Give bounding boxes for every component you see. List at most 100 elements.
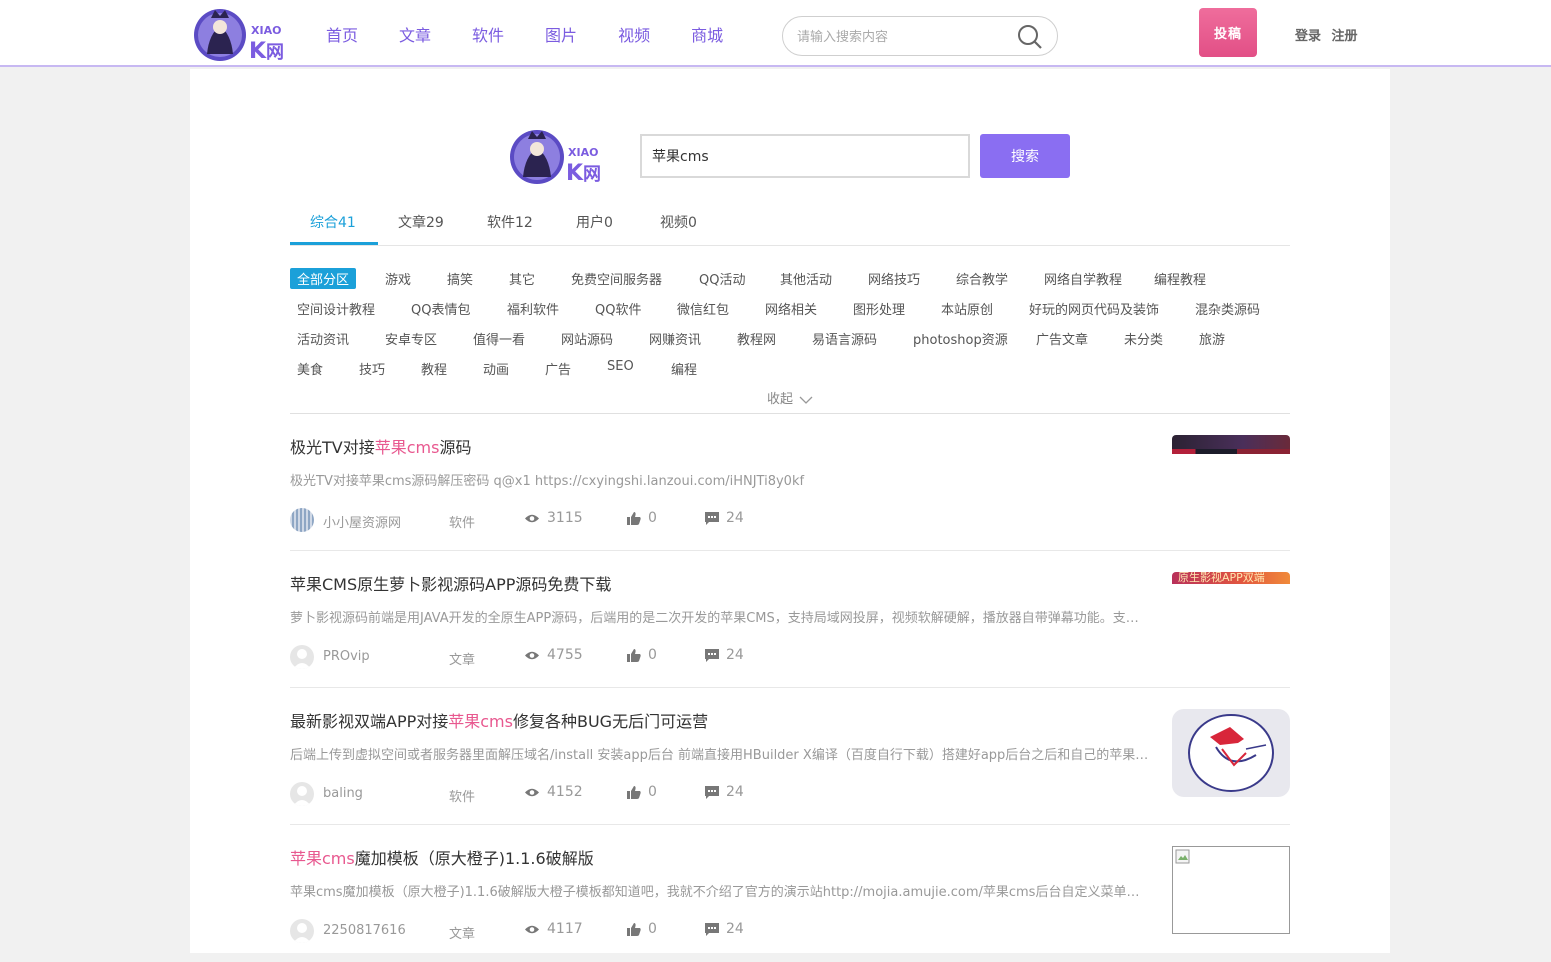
result-thumbnail[interactable] (1172, 709, 1290, 797)
login-link[interactable]: 登录 (1295, 29, 1321, 44)
category-item[interactable]: 技巧 (352, 358, 392, 379)
content-type: 文章 (449, 653, 476, 668)
comment-icon (705, 511, 719, 525)
submit-post-button[interactable]: 投稿 (1199, 8, 1257, 57)
result-meta: 小小屋资源网 软件 3115 0 24 (290, 508, 1150, 532)
collapse-categories-button[interactable]: 收起 (767, 388, 813, 407)
category-item[interactable]: 好玩的网页代码及装饰 (1022, 298, 1166, 319)
category-item[interactable]: 混杂类源码 (1188, 298, 1267, 319)
category-item[interactable]: 教程网 (730, 328, 783, 349)
category-item[interactable]: photoshop资源 (906, 328, 1015, 349)
category-item[interactable]: 网络自学教程 (1037, 268, 1129, 289)
like-button[interactable]: 0 (627, 784, 657, 800)
view-count: 4117 (524, 921, 583, 937)
author-name[interactable]: PROvip (323, 649, 370, 664)
site-logo[interactable]: XIAO K 网 (193, 4, 298, 64)
search-button[interactable]: 搜索 (980, 134, 1070, 178)
main-search-input[interactable] (642, 136, 968, 176)
category-item[interactable]: 网站源码 (554, 328, 620, 349)
category-item[interactable]: 活动资讯 (290, 328, 356, 349)
result-thumbnail[interactable]: 原生影视APP双端 (1172, 572, 1290, 584)
category-item[interactable]: 其它 (502, 268, 542, 289)
category-item[interactable]: QQ活动 (692, 268, 752, 289)
comment-count-value: 24 (726, 510, 744, 526)
avatar[interactable] (290, 919, 314, 943)
category-item[interactable]: 网络相关 (758, 298, 824, 319)
result-title[interactable]: 极光TV对接苹果cms源码 (290, 434, 471, 458)
category-item[interactable]: 编程 (664, 358, 704, 379)
category-item[interactable]: 福利软件 (500, 298, 566, 319)
category-item[interactable]: 网络技巧 (861, 268, 927, 289)
category-item[interactable]: QQ软件 (588, 298, 648, 319)
avatar[interactable] (290, 782, 314, 806)
avatar[interactable] (290, 645, 314, 669)
category-item[interactable]: SEO (600, 358, 641, 375)
category-item[interactable]: 图形处理 (846, 298, 912, 319)
comment-icon (705, 922, 719, 936)
category-item[interactable]: 安卓专区 (378, 328, 444, 349)
result-title[interactable]: 苹果cms魔加模板（原大橙子)1.1.6破解版 (290, 845, 594, 869)
header-search (782, 16, 1058, 56)
category-item[interactable]: 游戏 (378, 268, 418, 289)
result-meta: 2250817616 文章 4117 0 24 (290, 919, 1150, 943)
result-thumbnail[interactable] (1172, 846, 1290, 934)
header-search-input[interactable] (797, 25, 1007, 49)
search-logo: XIAO K 网 (508, 124, 612, 186)
result-title[interactable]: 最新影视双端APP对接苹果cms修复各种BUG无后门可运营 (290, 708, 708, 732)
nav-shop[interactable]: 商城 (691, 22, 723, 46)
author-name[interactable]: 2250817616 (323, 923, 406, 938)
category-item[interactable]: 动画 (476, 358, 516, 379)
register-link[interactable]: 注册 (1332, 29, 1358, 44)
category-item[interactable]: 其他活动 (773, 268, 839, 289)
tab-videos[interactable]: 视频0 (660, 212, 697, 232)
view-count-value: 4755 (547, 647, 583, 663)
nav-videos[interactable]: 视频 (618, 22, 650, 46)
tab-all[interactable]: 综合41 (310, 212, 356, 232)
category-item[interactable]: 值得一看 (466, 328, 532, 349)
result-title[interactable]: 苹果CMS原生萝卜影视源码APP源码免费下载 (290, 571, 611, 595)
category-item[interactable]: 编程教程 (1147, 268, 1213, 289)
author-name[interactable]: 小小屋资源网 (323, 512, 401, 531)
author-name[interactable]: baling (323, 786, 363, 801)
category-item[interactable]: 广告文章 (1029, 328, 1095, 349)
svg-text:XIAO: XIAO (568, 146, 598, 159)
category-item[interactable]: 空间设计教程 (290, 298, 382, 319)
comment-count: 24 (705, 784, 744, 800)
category-item[interactable]: 综合教学 (949, 268, 1015, 289)
category-item[interactable]: QQ表情包 (404, 298, 477, 319)
search-icon[interactable] (1017, 24, 1043, 50)
tab-articles[interactable]: 文章29 (398, 212, 444, 232)
tab-users[interactable]: 用户0 (576, 212, 613, 232)
result-item: 极光TV对接苹果cms源码 极光TV对接苹果cms源码解压密码 q@x1 htt… (290, 414, 1290, 551)
like-button[interactable]: 0 (627, 510, 657, 526)
category-item[interactable]: 本站原创 (934, 298, 1000, 319)
nav-home[interactable]: 首页 (326, 22, 358, 46)
category-item[interactable]: 未分类 (1117, 328, 1170, 349)
comment-count: 24 (705, 510, 744, 526)
comment-count-value: 24 (726, 784, 744, 800)
result-description: 极光TV对接苹果cms源码解压密码 q@x1 https://cxyingshi… (290, 474, 805, 489)
category-item[interactable]: 易语言源码 (805, 328, 884, 349)
category-item[interactable]: 免费空间服务器 (564, 268, 669, 289)
result-thumbnail[interactable] (1172, 435, 1290, 454)
tab-software[interactable]: 软件12 (487, 212, 533, 232)
nav-images[interactable]: 图片 (545, 22, 577, 46)
category-item[interactable]: 美食 (290, 358, 330, 379)
title-text: 极光TV对接 (290, 438, 375, 457)
category-item[interactable]: 旅游 (1192, 328, 1232, 349)
avatar[interactable] (290, 508, 314, 532)
like-button[interactable]: 0 (627, 647, 657, 663)
category-item[interactable]: 搞笑 (440, 268, 480, 289)
category-item[interactable]: 网赚资讯 (642, 328, 708, 349)
category-item[interactable]: 微信红包 (670, 298, 736, 319)
category-all[interactable]: 全部分区 (290, 268, 357, 289)
nav-articles[interactable]: 文章 (399, 22, 431, 46)
category-item[interactable]: 教程 (414, 358, 454, 379)
view-count-value: 4152 (547, 784, 583, 800)
category-item[interactable]: 广告 (538, 358, 578, 379)
view-count: 3115 (524, 510, 583, 526)
like-button[interactable]: 0 (627, 921, 657, 937)
view-count: 4152 (524, 784, 583, 800)
nav-software[interactable]: 软件 (472, 22, 504, 46)
svg-text:网: 网 (583, 164, 601, 185)
